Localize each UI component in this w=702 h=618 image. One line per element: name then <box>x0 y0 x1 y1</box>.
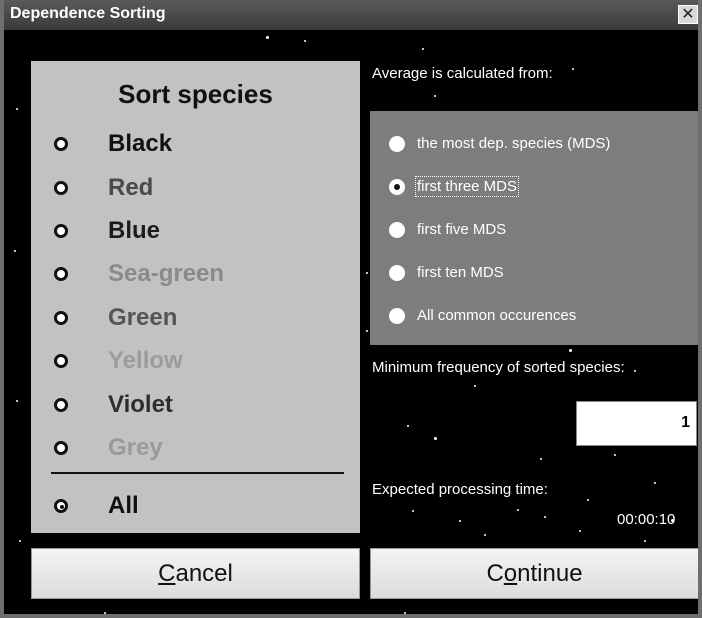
star-dot <box>412 510 414 512</box>
star-dot <box>266 36 269 39</box>
star-dot <box>644 540 646 542</box>
species-option-yellow[interactable]: Yellow <box>31 341 360 383</box>
star-dot <box>19 540 21 542</box>
sort-species-panel: Sort species Black Red Blue Sea-green Green Y… <box>31 61 360 533</box>
radio-button[interactable] <box>389 308 405 324</box>
species-option-grey[interactable]: Grey <box>31 428 360 470</box>
star-dot <box>474 385 476 387</box>
close-button[interactable]: ✕ <box>678 5 698 24</box>
average-option[interactable]: first three MDS <box>370 170 698 204</box>
species-label: Sea-green <box>108 260 225 287</box>
star-dot <box>459 520 461 522</box>
star-dot <box>484 534 486 536</box>
species-label: All <box>108 492 139 519</box>
star-dot <box>366 272 368 274</box>
radio-button[interactable] <box>389 136 405 152</box>
radio-button[interactable] <box>54 137 68 151</box>
species-label: Green <box>108 304 178 331</box>
continue-label: Continue <box>486 559 583 587</box>
species-label: Grey <box>108 434 163 461</box>
continue-button[interactable]: Continue <box>370 548 698 599</box>
star-dot <box>572 68 574 70</box>
average-label: Average is calculated from: <box>372 65 553 82</box>
star-dot <box>434 95 436 97</box>
radio-button[interactable] <box>54 398 68 412</box>
title-bar[interactable]: Dependence Sorting ✕ <box>4 0 698 30</box>
radio-button[interactable] <box>54 499 68 513</box>
divider <box>51 472 344 474</box>
dependence-sorting-dialog: Dependence Sorting ✕ Sort species Black R… <box>0 0 702 618</box>
cancel-label: Cancel <box>158 559 233 587</box>
star-dot <box>104 612 106 614</box>
star-dot <box>579 530 581 532</box>
radio-button[interactable] <box>54 354 68 368</box>
average-option-label: first five MDS <box>417 221 507 238</box>
star-dot <box>569 349 572 352</box>
star-dot <box>614 454 616 456</box>
star-dot <box>407 425 409 427</box>
star-dot <box>587 499 589 501</box>
species-label: Yellow <box>108 347 183 374</box>
star-dot <box>604 614 606 616</box>
species-option-red[interactable]: Red <box>31 168 360 210</box>
star-dot <box>16 400 18 402</box>
average-option-label: first three MDS <box>414 176 520 197</box>
star-dot <box>434 437 437 440</box>
window-title: Dependence Sorting <box>10 5 166 22</box>
radio-button[interactable] <box>389 265 405 281</box>
radio-button[interactable] <box>54 181 68 195</box>
species-label: Blue <box>108 217 161 244</box>
expected-time-value: 00:00:10 <box>617 511 676 528</box>
average-option-label: the most dep. species (MDS) <box>417 135 611 152</box>
close-icon: ✕ <box>681 5 695 23</box>
species-label: Red <box>108 174 154 201</box>
min-frequency-label: Minimum frequency of sorted species: <box>372 359 625 376</box>
cancel-button[interactable]: Cancel <box>31 548 360 599</box>
species-option-blue[interactable]: Blue <box>31 211 360 253</box>
average-options-panel: the most dep. species (MDS) first three M… <box>370 111 698 345</box>
radio-button[interactable] <box>389 179 405 195</box>
average-option[interactable]: first ten MDS <box>370 256 698 290</box>
star-dot <box>540 458 542 460</box>
radio-button[interactable] <box>54 224 68 238</box>
species-option-all[interactable]: All <box>31 486 360 528</box>
sort-species-heading: Sort species <box>118 79 273 109</box>
average-option[interactable]: All common occurences <box>370 299 698 333</box>
star-dot <box>404 612 406 614</box>
min-frequency-input[interactable] <box>576 401 697 446</box>
average-option-label: first ten MDS <box>417 264 504 281</box>
expected-time-label: Expected processing time: <box>372 481 548 498</box>
star-dot <box>16 108 18 110</box>
star-dot <box>654 482 656 484</box>
star-dot <box>366 330 368 332</box>
species-option-green[interactable]: Green <box>31 298 360 340</box>
average-option[interactable]: the most dep. species (MDS) <box>370 127 698 161</box>
star-dot <box>517 509 519 511</box>
species-option-violet[interactable]: Violet <box>31 385 360 427</box>
species-option-black[interactable]: Black <box>31 124 360 166</box>
species-label: Violet <box>108 391 173 418</box>
species-option-sea-green[interactable]: Sea-green <box>31 254 360 296</box>
star-dot <box>14 250 16 252</box>
species-label: Black <box>108 130 173 157</box>
star-dot <box>304 40 306 42</box>
radio-button[interactable] <box>54 311 68 325</box>
radio-button[interactable] <box>54 441 68 455</box>
radio-button[interactable] <box>389 222 405 238</box>
star-dot <box>422 48 424 50</box>
star-dot <box>544 516 546 518</box>
average-option[interactable]: first five MDS <box>370 213 698 247</box>
radio-button[interactable] <box>54 267 68 281</box>
average-option-label: All common occurences <box>417 307 577 324</box>
